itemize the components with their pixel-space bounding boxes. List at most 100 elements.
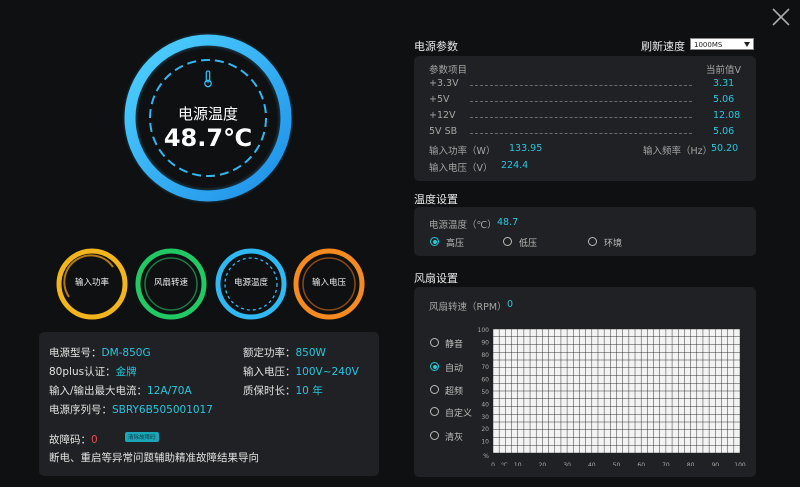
fan-mode-overclock[interactable] [430,385,439,394]
input-power-label: 输入功率 [74,278,109,288]
fan-speed-gauge[interactable]: 风扇转速 [134,247,208,321]
model-label: 电源型号： [49,347,102,359]
x-unit-label: ℃ [501,462,508,466]
max-current-value: 12A/70A [147,385,192,397]
fault-code-value: 0 [91,434,98,446]
input-power-param-label: 输入功率（W） [429,146,496,157]
fan-mode-silent[interactable] [430,338,439,347]
y-tick-label: 70 [481,364,489,371]
input-freq-value: 50.20 [711,143,739,154]
temperature-value: 48.7℃ [163,124,253,152]
x-tick-label: 0 [491,462,495,466]
row-divider [470,117,692,118]
row-divider [470,101,692,102]
fan-mode-clean-label: 清灰 [445,433,464,443]
fan-mode-auto[interactable] [430,362,439,371]
col-item-header: 参数项目 [429,65,468,76]
fan-settings-title: 风扇设置 [414,272,458,285]
param-row-name: +3.3V [429,78,459,89]
x-tick-label: 20 [539,462,547,466]
y-tick-label: 100 [478,327,490,334]
serial-label: 电源序列号： [49,404,112,416]
fan-mode-clean[interactable] [430,431,439,440]
fan-mode-overclock-label: 超频 [445,387,464,397]
y-tick-label: 20 [481,426,489,433]
col-value-header: 当前值V [706,65,741,76]
row-divider [470,85,692,86]
cert-label: 80plus认证： [49,366,116,378]
param-row-value: 5.06 [713,126,735,137]
input-voltage-gauge[interactable]: 输入电压 [292,247,366,321]
rated-power-label: 额定功率： [243,347,296,359]
param-row-value: 3.31 [713,78,735,89]
warranty-label: 质保时长： [243,385,296,397]
radio-low-voltage-label: 低压 [519,239,538,249]
fan-mode-custom-label: 自定义 [445,409,473,419]
serial-value: SBRY6B505001017 [112,404,213,416]
radio-ambient-label: 环境 [604,239,623,249]
x-tick-label: 60 [637,462,645,466]
max-current-label: 输入/输出最大电流： [49,385,148,397]
temp-setting-label: 电源温度（℃） [429,220,497,231]
y-tick-label: 50 [481,389,489,396]
refresh-label: 刷新速度 [641,40,685,53]
warranty-value: 10 年 [295,385,323,397]
fan-speed-label: 风扇转速 [153,278,188,288]
rated-power-value: 850W [295,347,326,359]
param-row-value: 5.06 [713,94,735,105]
temp-settings-title: 温度设置 [414,193,458,206]
radio-ambient[interactable] [588,237,597,246]
clear-fault-button[interactable]: 清除故障码 [125,432,159,442]
x-tick-label: 10 [514,462,522,466]
refresh-rate-select[interactable]: 1000MS [690,38,754,50]
y-tick-label: 30 [481,414,489,421]
fan-speed-setting-value: 0 [507,299,514,310]
fan-mode-auto-label: 自动 [445,364,464,374]
thermometer-icon [204,70,212,88]
x-tick-label: 50 [613,462,621,466]
temp-settings-panel: 电源温度（℃） 48.7 高压 低压 环境 [414,207,756,256]
x-tick-label: 100 [734,462,746,466]
input-power-param-value: 133.95 [509,143,543,154]
input-voltage-info-value: 100V~240V [295,366,359,378]
fault-note: 断电、重启等异常问题辅助精准故障结果导向 [49,452,259,464]
power-temp-label: 电源温度 [233,278,268,288]
x-tick-label: 70 [662,462,670,466]
x-tick-label: 30 [563,462,571,466]
fan-curve-chart[interactable]: 100 90 80 70 60 50 40 30 20 10%0 10 20 30 40 50 60 70 80 9… [470,320,750,466]
row-divider [470,133,692,134]
y-tick-label: 60 [481,377,489,384]
input-freq-label: 输入频率（Hz） [643,146,713,157]
radio-low-voltage[interactable] [503,237,512,246]
input-voltage-label: 输入电压 [311,278,346,288]
input-voltage-info-label: 输入电压： [243,366,296,378]
y-unit-label: % [483,453,489,460]
param-row-value: 12.08 [713,110,741,121]
temp-setting-value: 48.7 [497,217,519,228]
radio-high-voltage[interactable] [430,237,439,246]
x-tick-label: 90 [711,462,719,466]
param-row-name: +12V [429,110,456,121]
temperature-title: 电源温度 [177,105,238,123]
refresh-rate-value: 1000MS [694,41,723,49]
x-tick-label: 40 [588,462,596,466]
fan-mode-custom[interactable] [430,407,439,416]
chevron-down-icon [744,42,750,47]
fan-mode-silent-label: 静音 [445,340,464,350]
close-icon[interactable] [770,6,792,28]
power-temp-gauge[interactable]: 电源温度 [214,247,288,321]
param-row-name: 5V SB [429,126,458,137]
psu-info-panel: 电源型号：DM-850G 额定功率：850W 80plus认证：金牌 输入电压：… [39,332,379,476]
y-tick-label: 40 [481,401,489,408]
input-power-gauge[interactable]: 输入功率 [55,247,129,321]
fan-speed-setting-label: 风扇转速（RPM） [429,302,507,313]
input-volt-param-value: 224.4 [501,160,529,171]
input-volt-param-label: 输入电压（V） [429,163,493,174]
y-tick-label: 90 [481,339,489,346]
radio-high-voltage-label: 高压 [446,239,465,249]
cert-value: 金牌 [115,366,137,378]
fault-code-label: 故障码： [49,434,91,446]
params-title: 电源参数 [414,40,458,53]
params-panel: 参数项目 当前值V +3.3V 3.31 +5V 5.06 +12V 12.08… [414,56,756,181]
x-tick-label: 80 [687,462,695,466]
